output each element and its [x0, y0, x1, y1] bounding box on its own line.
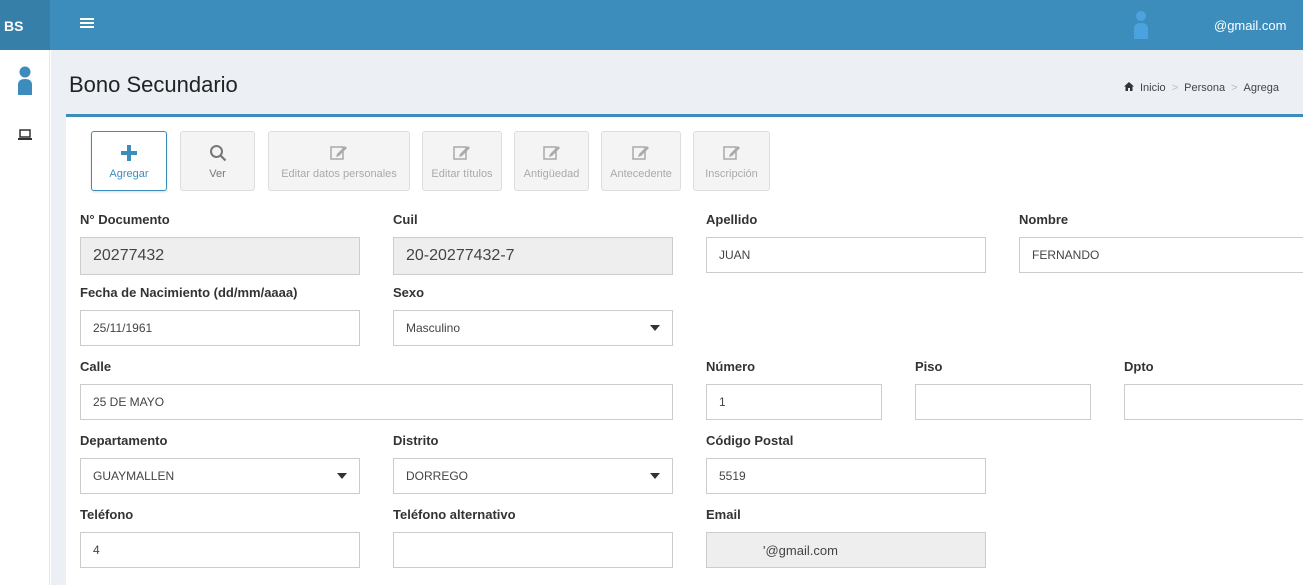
agregar-button[interactable]: Agregar: [91, 131, 167, 191]
dpto-field[interactable]: [1124, 384, 1303, 420]
numero-label: Número: [706, 359, 756, 374]
breadcrumb-separator: >: [1171, 82, 1179, 94]
brand-logo[interactable]: BS: [0, 0, 50, 50]
antiguedad-label: Antigüedad: [523, 168, 580, 180]
ver-button[interactable]: Ver: [180, 131, 255, 191]
editar-datos-personales-button[interactable]: Editar datos personales: [268, 131, 410, 191]
codigo-postal-label: Código Postal: [706, 433, 794, 448]
nombre-label: Nombre: [1019, 212, 1069, 227]
fecha-nacimiento-field[interactable]: 25/11/1961: [80, 310, 360, 346]
user-avatar-icon[interactable]: [17, 65, 33, 97]
documento-field[interactable]: 20277432: [80, 237, 360, 275]
edit-icon: [330, 142, 348, 164]
distrito-label: Distrito: [393, 433, 439, 448]
chevron-down-icon: [650, 473, 660, 479]
inscripcion-label: Inscripción: [705, 168, 758, 180]
chevron-down-icon: [337, 473, 347, 479]
top-navbar: BS @gmail.com: [0, 0, 1303, 50]
breadcrumb: Inicio > Persona > Agrega: [1124, 82, 1279, 94]
antiguedad-button[interactable]: Antigüedad: [514, 131, 589, 191]
email-label: Email: [706, 507, 741, 522]
page-title: Bono Secundario: [69, 72, 238, 97]
menu-toggle-icon[interactable]: [80, 14, 102, 36]
telefono-label: Teléfono: [80, 507, 134, 522]
nombre-field[interactable]: FERNANDO: [1019, 237, 1303, 273]
piso-field[interactable]: [915, 384, 1091, 420]
calle-label: Calle: [80, 359, 112, 374]
antecedente-button[interactable]: Antecedente: [601, 131, 681, 191]
cuil-field[interactable]: 20-20277432-7: [393, 237, 673, 275]
editar-titulos-button[interactable]: Editar títulos: [422, 131, 502, 191]
telefono-alternativo-label: Teléfono alternativo: [393, 507, 516, 522]
fecha-nacimiento-label: Fecha de Nacimiento (dd/mm/aaaa): [80, 285, 298, 300]
distrito-select[interactable]: DORREGO: [393, 458, 673, 494]
chevron-down-icon: [650, 325, 660, 331]
piso-label: Piso: [915, 359, 943, 374]
search-icon: [209, 142, 227, 164]
email-field[interactable]: '@gmail.com: [706, 532, 986, 568]
editar-titulos-label: Editar títulos: [431, 168, 493, 180]
sexo-value: Masculino: [406, 321, 461, 335]
telefono-alternativo-field[interactable]: [393, 532, 673, 568]
departamento-label: Departamento: [80, 433, 168, 448]
calle-field[interactable]: 25 DE MAYO: [80, 384, 673, 420]
ver-label: Ver: [209, 168, 226, 180]
edit-icon: [722, 142, 741, 164]
edit-icon: [453, 142, 471, 164]
cuil-label: Cuil: [393, 212, 418, 227]
sexo-label: Sexo: [393, 285, 425, 300]
agregar-label: Agregar: [109, 168, 149, 180]
edit-icon: [632, 142, 650, 164]
antecedente-label: Antecedente: [610, 168, 672, 180]
inscripcion-button[interactable]: Inscripción: [693, 131, 770, 191]
user-icon[interactable]: [1133, 9, 1149, 41]
user-email[interactable]: @gmail.com: [1214, 18, 1286, 33]
breadcrumb-separator: >: [1231, 82, 1238, 94]
sexo-select[interactable]: Masculino: [393, 310, 673, 346]
documento-label: N° Documento: [80, 212, 170, 227]
breadcrumb-current: Agrega: [1243, 82, 1280, 94]
breadcrumb-persona[interactable]: Persona: [1184, 82, 1225, 94]
home-icon[interactable]: [1124, 82, 1134, 94]
apellido-field[interactable]: JUAN: [706, 237, 986, 273]
laptop-icon[interactable]: [18, 128, 32, 140]
dpto-label: Dpto: [1124, 359, 1154, 374]
editar-datos-personales-label: Editar datos personales: [281, 168, 397, 180]
departamento-select[interactable]: GUAYMALLEN: [80, 458, 360, 494]
codigo-postal-field[interactable]: 5519: [706, 458, 986, 494]
plus-icon: [121, 142, 137, 164]
telefono-field[interactable]: 4: [80, 532, 360, 568]
edit-icon: [542, 142, 561, 164]
distrito-value: DORREGO: [406, 469, 469, 483]
apellido-label: Apellido: [706, 212, 758, 227]
sidebar: [0, 50, 50, 585]
numero-field[interactable]: 1: [706, 384, 882, 420]
departamento-value: GUAYMALLEN: [93, 469, 175, 483]
breadcrumb-home[interactable]: Inicio: [1140, 82, 1166, 94]
